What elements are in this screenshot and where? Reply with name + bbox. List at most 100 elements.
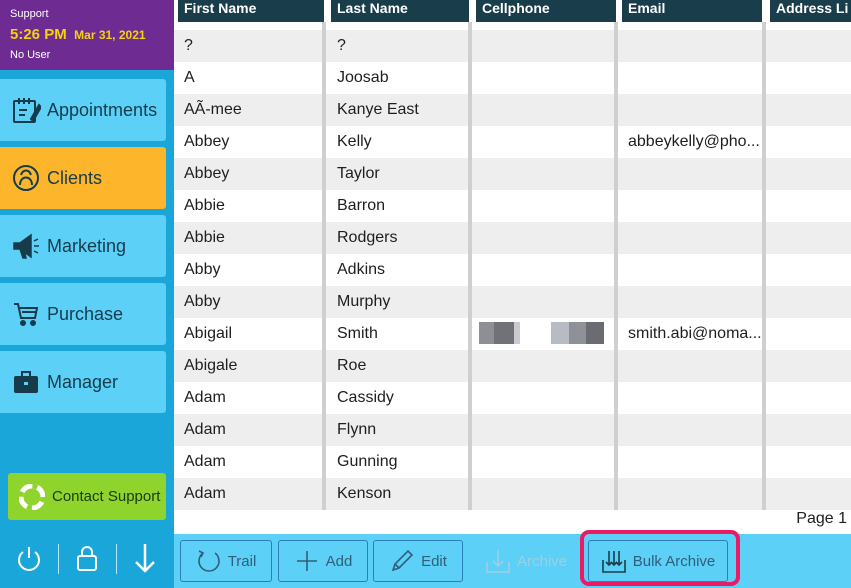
calendar-icon [9, 93, 43, 127]
bulk-archive-icon [601, 548, 627, 574]
cell-last-name: ? [337, 37, 346, 54]
table-row[interactable]: ?? [174, 30, 851, 62]
cell-last-name: Gunning [337, 453, 398, 470]
table-row[interactable]: Adam Kenson [174, 478, 851, 510]
cell-first-name: Adam [184, 421, 226, 438]
cell-cellphone [476, 190, 614, 222]
table-row[interactable]: Abbie Rodgers [174, 222, 851, 254]
cell-email [622, 382, 762, 414]
add-button[interactable]: Add [278, 540, 368, 582]
clients-table: First Name Last Name Cellphone Email Add… [174, 0, 851, 534]
archive-download-icon [485, 548, 511, 574]
nav-label: Appointments [47, 99, 158, 120]
nav-label: Purchase [47, 303, 124, 324]
column-header-first-name[interactable]: First Name [178, 0, 324, 22]
cell-cellphone [476, 382, 614, 414]
table-row[interactable]: Adam Flynn [174, 414, 851, 446]
cell-cellphone [476, 254, 614, 286]
table-row[interactable]: A Joosab [174, 62, 851, 94]
cell-email [622, 30, 762, 62]
table-row[interactable]: Abigale Roe [174, 350, 851, 382]
cell-last-name: Kenson [337, 485, 392, 502]
cell-first-name: Adam [184, 389, 226, 406]
client-head-icon [9, 161, 43, 195]
bulk-archive-button[interactable]: Bulk Archive [588, 540, 728, 582]
cell-cellphone [476, 94, 614, 126]
cell-cellphone [476, 222, 614, 254]
table-row[interactable]: AÃ-mee Kanye East [174, 94, 851, 126]
cell-email [622, 94, 762, 126]
table-row[interactable]: Abbey Kelly abbeykelly@pho... [174, 126, 851, 158]
column-header-cellphone[interactable]: Cellphone [476, 0, 616, 22]
nav-clients[interactable]: Clients [0, 147, 166, 209]
table-row[interactable]: Adam Cassidy [174, 382, 851, 414]
cell-first-name: Abby [184, 261, 221, 278]
contact-support-button[interactable]: Contact Support [8, 473, 166, 520]
arrow-down-icon [133, 542, 157, 579]
edit-button[interactable]: Edit [373, 540, 463, 582]
cell-first-name: Abigale [184, 357, 238, 374]
column-header-email[interactable]: Email [622, 0, 762, 22]
cell-last-name: Barron [337, 197, 386, 214]
cell-email [622, 478, 762, 510]
nav-appointments[interactable]: Appointments [0, 79, 166, 141]
user-role: Support [10, 8, 49, 20]
table-row[interactable]: Abbey Taylor [174, 158, 851, 190]
nav-purchase[interactable]: Purchase [0, 283, 166, 345]
cell-email [622, 350, 762, 382]
cell-email: smith.abi@noma... [628, 325, 762, 342]
cell-cellphone [476, 286, 614, 318]
cell-email [622, 62, 762, 94]
scroll-down-button[interactable] [125, 540, 165, 580]
add-label: Add [325, 552, 353, 570]
user-panel: Support 5:26 PM Mar 31, 2021 No User [0, 0, 174, 70]
plus-icon [294, 548, 320, 574]
cell-last-name: Taylor [337, 165, 380, 182]
cell-first-name: Adam [184, 485, 226, 502]
cell-first-name: A [184, 69, 195, 86]
power-button[interactable] [9, 540, 49, 580]
current-date: Mar 31, 2021 [74, 28, 146, 42]
table-row[interactable]: Abbie Barron [174, 190, 851, 222]
nav-label: Marketing [47, 235, 127, 256]
table-row[interactable]: Abby Adkins [174, 254, 851, 286]
bottom-toolbar: Trail Add Edit Archive Bulk Archive [174, 534, 851, 588]
cell-first-name: AÃ-mee [184, 101, 242, 118]
cell-last-name: Kelly [337, 133, 372, 150]
lock-button[interactable] [67, 540, 107, 580]
nav-marketing[interactable]: Marketing [0, 215, 166, 277]
column-header-last-name[interactable]: Last Name [331, 0, 469, 22]
cell-last-name: Kanye East [337, 101, 419, 118]
cell-last-name: Joosab [337, 69, 389, 86]
cell-last-name: Murphy [337, 293, 391, 310]
cell-cellphone [476, 446, 614, 478]
lock-icon [74, 544, 100, 577]
cell-first-name: Abby [184, 293, 221, 310]
cell-email [622, 222, 762, 254]
table-row[interactable]: Adam Gunning [174, 446, 851, 478]
edit-label: Edit [421, 552, 447, 570]
cell-first-name: Abbie [184, 229, 225, 246]
cell-email [622, 286, 762, 318]
current-time: 5:26 PM [10, 26, 67, 43]
user-name: No User [10, 49, 51, 61]
trail-button[interactable]: Trail [180, 540, 272, 582]
page-indicator: Page 1 [796, 510, 847, 527]
cell-email [622, 190, 762, 222]
column-header-address[interactable]: Address Li [770, 0, 851, 22]
cell-last-name: Flynn [337, 421, 377, 438]
nav-manager[interactable]: Manager [0, 351, 166, 413]
cell-first-name: ? [184, 37, 193, 54]
cell-cellphone [476, 350, 614, 382]
table-header: First Name Last Name Cellphone Email Add… [174, 0, 851, 22]
archive-button[interactable]: Archive [476, 540, 576, 582]
cell-cellphone [476, 478, 614, 510]
contact-support-label: Contact Support [52, 488, 161, 505]
cell-last-name: Adkins [337, 261, 386, 278]
table-row[interactable]: Abby Murphy [174, 286, 851, 318]
trail-label: Trail [227, 552, 257, 570]
cell-last-name: Roe [337, 357, 367, 374]
cell-first-name: Abbie [184, 197, 225, 214]
cell-last-name: Smith [337, 325, 378, 342]
cell-first-name: Abbey [184, 133, 230, 150]
